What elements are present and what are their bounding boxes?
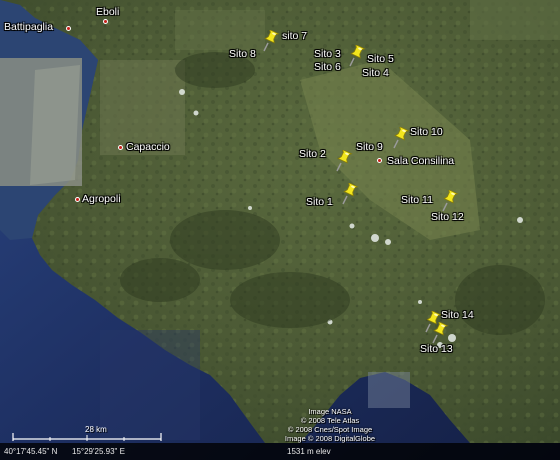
credit-line: © 2008 Tele Atlas [300,416,360,425]
longitude-readout: 15°29'25.93" E [72,447,125,456]
imagery-credits: Image NASA © 2008 Tele Atlas © 2008 Cnes… [270,407,390,443]
site-label-sito-5: Sito 5 [367,53,394,65]
credit-line: © 2008 Cnes/Spot Image [287,425,373,434]
site-label-sito-6: Sito 6 [314,61,341,73]
site-label-sito-8: Sito 8 [229,48,256,60]
pushpin-icon-sito-2[interactable] [334,150,354,172]
site-label-sito-4: Sito 4 [362,67,389,79]
town-label-sala-consilina: Sala Consilina [387,155,455,167]
eboli-marker[interactable] [103,19,108,24]
satellite-imagery [0,0,560,460]
site-label-sito-2: Sito 2 [299,148,326,160]
battipaglia-marker[interactable] [66,26,71,31]
map-view[interactable]: Battipaglia Eboli Capaccio Agropoli Sala… [0,0,560,460]
site-label-sito-13: Sito 13 [420,343,453,355]
site-label-sito-11: Sito 11 [401,194,433,206]
pushpin-icon-sito-1[interactable] [340,183,360,205]
pushpin-icon-sito-13[interactable] [430,322,450,344]
town-label-capaccio: Capaccio [126,141,170,153]
pushpin-icon-sito-3-6[interactable] [347,45,367,67]
elevation-readout: 1531 m elev [287,447,331,456]
town-label-eboli: Eboli [96,6,120,18]
pushpin-icon-sito-10[interactable] [391,127,411,149]
scale-label: 28 km [85,425,107,434]
site-label-sito-10: Sito 10 [410,126,443,138]
site-label-sito-14: Sito 14 [441,309,474,321]
status-bar: 40°17'45.45" N 15°29'25.93" E 1531 m ele… [0,443,560,460]
site-label-sito-12: Sito 12 [431,211,464,223]
site-label-sito-3: Sito 3 [314,48,341,60]
site-label-sito-1: Sito 1 [306,196,333,208]
agropoli-marker[interactable] [75,197,80,202]
latitude-readout: 40°17'45.45" N [4,447,58,456]
pushpin-icon-sito-11[interactable] [440,190,460,212]
credit-line: Image © 2008 DigitalGlobe [284,434,376,443]
sala-consilina-marker[interactable] [377,158,382,163]
credit-line: Image NASA [308,407,352,416]
town-label-battipaglia: Battipaglia [4,21,54,33]
site-label-sito-9: Sito 9 [356,141,383,153]
town-label-agropoli: Agropoli [82,193,121,205]
pushpin-icon-sito-7[interactable] [261,30,281,52]
capaccio-marker[interactable] [118,145,123,150]
site-label-sito-7: sito 7 [282,30,308,42]
